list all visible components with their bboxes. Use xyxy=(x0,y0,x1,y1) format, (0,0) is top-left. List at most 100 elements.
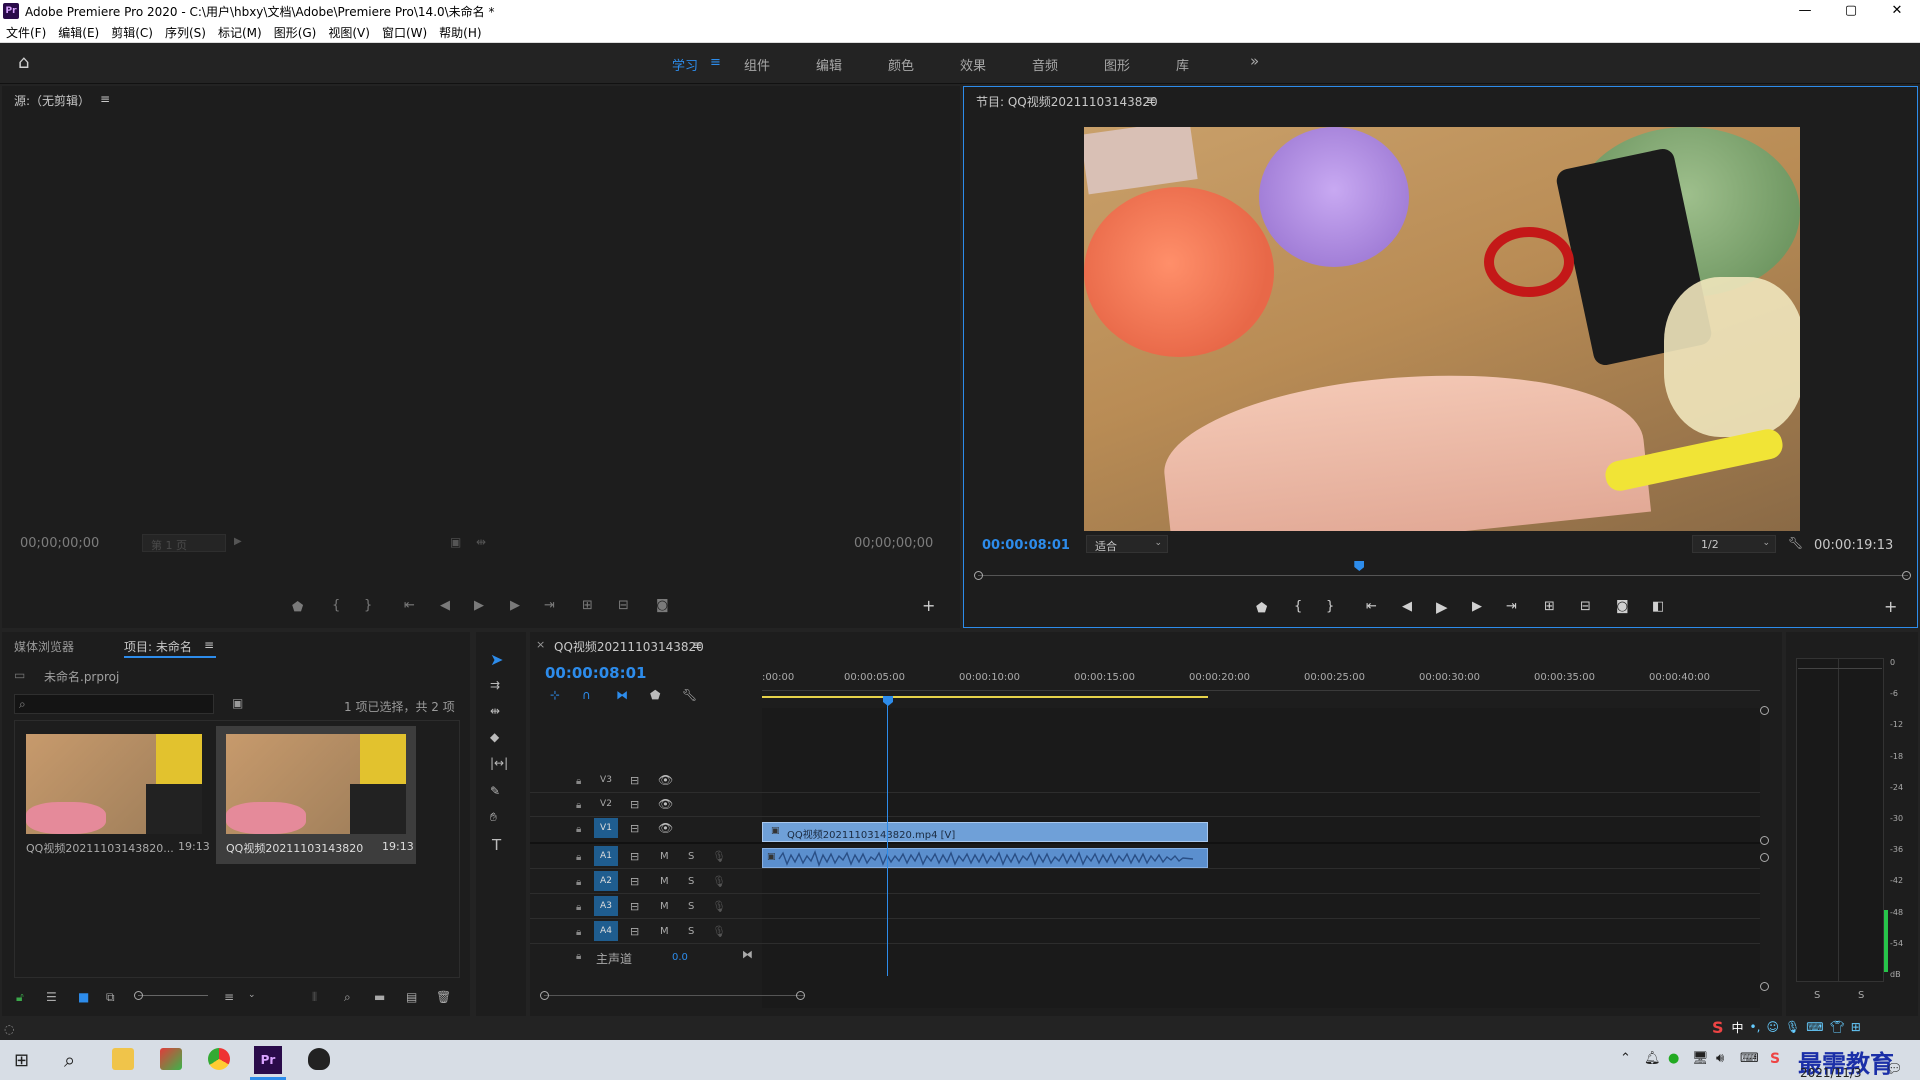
a1-sync-icon[interactable]: ⊟ xyxy=(630,850,639,863)
source-play-icon[interactable]: ▶ xyxy=(474,598,484,613)
master-goto-icon[interactable]: ⧓ xyxy=(742,948,753,961)
source-step-back-icon[interactable]: ◀ xyxy=(440,598,450,613)
master-lock-icon[interactable]: 🔒︎ xyxy=(576,951,581,962)
a4-mute-button[interactable]: M xyxy=(660,926,669,937)
a4-solo-button[interactable]: S xyxy=(688,926,694,937)
source-timecode-in[interactable]: 00;00;00;00 xyxy=(20,536,99,551)
ime-toolbar[interactable]: S 中 •, ☺ 🎙︎ ⌨ 👕︎ ⊞ xyxy=(1712,1016,1908,1038)
home-icon[interactable]: ⌂ xyxy=(18,54,38,72)
tray-app-icon[interactable]: ● xyxy=(1668,1051,1679,1066)
program-compare-icon[interactable]: ◧ xyxy=(1652,599,1664,614)
icon-view-icon[interactable]: ■ xyxy=(78,990,89,1004)
tray-input-icon[interactable]: ⌨ xyxy=(1740,1051,1759,1066)
v3-sync-icon[interactable]: ⊟ xyxy=(630,774,639,787)
ime-voice-icon[interactable]: 🎙︎ xyxy=(1785,1020,1800,1034)
tab-project[interactable]: 项目: 未命名 xyxy=(124,638,192,655)
source-go-in-icon[interactable]: ⇤ xyxy=(404,598,415,613)
workspace-tab-graphics[interactable]: 图形 xyxy=(1104,55,1130,74)
v2-target[interactable]: V2 xyxy=(594,794,618,814)
v3-eye-icon[interactable]: 👁︎ xyxy=(658,773,673,787)
action-center-icon[interactable]: 💬︎ xyxy=(1886,1062,1903,1077)
a1-mute-button[interactable]: M xyxy=(660,851,669,862)
program-menu-icon[interactable]: ≡ xyxy=(1146,93,1156,107)
menu-view[interactable]: 视图(V) xyxy=(328,24,370,41)
program-zoom-select[interactable]: 适合 ⌄ xyxy=(1086,535,1168,553)
source-step-forward-icon[interactable]: ▶ xyxy=(510,598,520,613)
meter-solo-right-button[interactable]: S xyxy=(1858,990,1864,1001)
program-mark-in-icon[interactable]: { xyxy=(1294,599,1302,614)
a1-target[interactable]: A1 xyxy=(594,846,618,866)
video-scroll-bottom-handle[interactable] xyxy=(1760,836,1769,845)
snap-icon[interactable]: ∩ xyxy=(582,688,591,702)
source-insert-icon[interactable]: ⊞ xyxy=(582,598,593,613)
nest-toggle-icon[interactable]: ⊹ xyxy=(550,688,560,702)
a4-target[interactable]: A4 xyxy=(594,921,618,941)
source-mark-in-icon[interactable]: { xyxy=(332,598,340,613)
meter-solo-left-button[interactable]: S xyxy=(1814,990,1820,1001)
find-icon[interactable]: ⌕ xyxy=(344,990,351,1005)
premiere-taskbar-icon[interactable]: Pr xyxy=(254,1046,282,1074)
workspace-tab-color[interactable]: 颜色 xyxy=(888,55,914,74)
ime-tools-icon[interactable]: ⊞ xyxy=(1851,1020,1861,1034)
list-view-icon[interactable]: ☰ xyxy=(46,990,57,1004)
razor-tool-icon[interactable]: ◆ xyxy=(490,730,499,744)
video-scroll-top-handle[interactable] xyxy=(1760,706,1769,715)
taskbar-search-icon[interactable]: ⌕ xyxy=(64,1048,75,1072)
audio-scroll-bottom-handle[interactable] xyxy=(1760,982,1769,991)
menu-clip[interactable]: 剪辑(C) xyxy=(111,24,153,41)
ime-keyboard-icon[interactable]: ⌨ xyxy=(1806,1020,1823,1034)
program-marker-icon[interactable]: ⬟ xyxy=(1256,601,1267,616)
a2-sync-icon[interactable]: ⊟ xyxy=(630,875,639,888)
a2-solo-button[interactable]: S xyxy=(688,876,694,887)
tray-sogou-icon[interactable]: S xyxy=(1770,1051,1780,1067)
menu-help[interactable]: 帮助(H) xyxy=(439,24,481,41)
a2-mute-button[interactable]: M xyxy=(660,876,669,887)
program-timecode-current[interactable]: 00:00:08:01 xyxy=(982,538,1070,553)
workspace-tab-effects[interactable]: 效果 xyxy=(960,55,986,74)
selection-tool-icon[interactable]: ➤ xyxy=(490,650,503,669)
a3-lock-icon[interactable]: 🔒︎ xyxy=(576,902,581,913)
timeline-ruler[interactable]: :00:00 00:00:05:00 00:00:10:00 00:00:15:… xyxy=(762,672,1760,706)
master-volume-value[interactable]: 0.0 xyxy=(672,952,688,963)
program-playhead[interactable] xyxy=(1354,561,1365,571)
workspace-tab-libraries[interactable]: 库 xyxy=(1176,55,1189,74)
program-scrub-start-handle[interactable] xyxy=(974,571,983,580)
source-overwrite-icon[interactable]: ⊟ xyxy=(618,598,629,613)
program-resolution-select[interactable]: 1/2 ⌄ xyxy=(1692,535,1776,553)
a1-solo-button[interactable]: S xyxy=(688,851,694,862)
menu-graphics[interactable]: 图形(G) xyxy=(274,24,317,41)
audio-scroll-top-handle[interactable] xyxy=(1760,853,1769,862)
v1-sync-icon[interactable]: ⊟ xyxy=(630,822,639,835)
automate-sequence-icon[interactable]: ⫴ xyxy=(312,990,317,1005)
a3-solo-button[interactable]: S xyxy=(688,901,694,912)
ime-punctuation-icon[interactable]: •, xyxy=(1750,1020,1761,1034)
program-play-icon[interactable]: ▶ xyxy=(1436,598,1448,616)
a3-voiceover-icon[interactable]: 🎙︎ xyxy=(712,900,726,913)
a1-voiceover-icon[interactable]: 🎙︎ xyxy=(712,850,726,863)
hand-tool-icon[interactable]: ✋︎ xyxy=(490,810,497,825)
close-button[interactable]: ✕ xyxy=(1874,0,1920,22)
workspace-overflow-icon[interactable]: » xyxy=(1250,52,1259,70)
source-page-next-icon[interactable]: ▶ xyxy=(234,536,242,547)
source-export-frame-icon[interactable]: ◙ xyxy=(656,598,669,613)
timeline-zoom-scrollbar[interactable] xyxy=(544,995,804,996)
program-mark-out-icon[interactable]: } xyxy=(1326,599,1334,614)
chrome-icon[interactable] xyxy=(208,1048,230,1070)
a1-lock-icon[interactable]: 🔒︎ xyxy=(576,852,581,863)
a3-mute-button[interactable]: M xyxy=(660,901,669,912)
menu-edit[interactable]: 编辑(E) xyxy=(58,24,99,41)
v1-target[interactable]: V1 xyxy=(594,818,618,838)
workspace-tab-learn[interactable]: 学习 xyxy=(672,55,698,74)
menu-file[interactable]: 文件(F) xyxy=(6,24,46,41)
timeline-menu-icon[interactable]: ≡ xyxy=(692,638,702,652)
thumbnail-size-slider[interactable] xyxy=(138,995,208,996)
a4-voiceover-icon[interactable]: 🎙︎ xyxy=(712,925,726,938)
program-step-back-icon[interactable]: ◀ xyxy=(1402,599,1412,614)
project-new-bin-from-search-icon[interactable]: ▣ xyxy=(232,696,243,710)
program-settings-wrench-icon[interactable]: 🔧︎ xyxy=(1788,536,1803,550)
tray-notification-icon[interactable]: 🔔︎ xyxy=(1644,1051,1661,1066)
v2-lock-icon[interactable]: 🔒︎ xyxy=(576,800,581,811)
ime-skin-icon[interactable]: 👕︎ xyxy=(1830,1020,1845,1034)
a3-target[interactable]: A3 xyxy=(594,896,618,916)
clear-icon[interactable]: 🗑︎ xyxy=(436,990,451,1004)
